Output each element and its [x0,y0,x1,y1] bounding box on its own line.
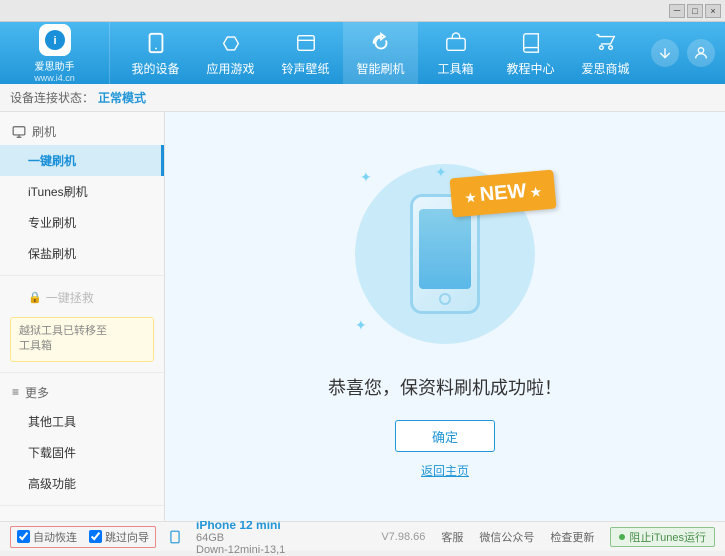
logo-sub: www.i4.cn [34,73,75,83]
nav-app-games[interactable]: 应用游戏 [193,22,268,84]
nav-tutorial-label: 教程中心 [506,60,554,77]
auto-connect-input[interactable] [17,530,30,543]
bottom-bar: 自动恢连 跳过向导 iPhone 12 mini 64GB Down-12min… [0,521,725,551]
device-icon [168,530,182,544]
sidebar-section-more: ≡ 更多 其他工具 下载固件 高级功能 [0,373,164,506]
sparkle-icon-1: ✦ [360,169,372,186]
auto-connect-label: 自动恢连 [33,529,77,545]
device-storage: 64GB [196,532,285,544]
logo-icon: i [39,24,71,56]
sidebar-item-itunes-flash[interactable]: iTunes刷机 [0,176,164,207]
device-detail: Down-12mini-13,1 [196,544,285,556]
nav-tutorial[interactable]: 教程中心 [493,22,568,84]
back-link[interactable]: 返回主页 [421,462,469,479]
check-update-link[interactable]: 检查更新 [550,529,594,545]
checkbox-group: 自动恢连 跳过向导 [10,526,156,548]
sidebar-item-pro-flash[interactable]: 专业刷机 [0,207,164,238]
sidebar: 刷机 一键刷机 iTunes刷机 专业刷机 保盐刷机 🔒 一键拯救 越狱工具已转… [0,112,165,521]
new-badge: NEW [449,170,556,218]
version-text: V7.98.66 [381,531,425,543]
top-nav: i 爱思助手 www.i4.cn 我的设备 应用游戏 铃声壁纸 [0,22,725,84]
skip-wizard-checkbox[interactable]: 跳过向导 [89,529,149,545]
phone-home-button [439,293,451,305]
minimize-button[interactable]: － [669,4,685,18]
sidebar-section-more-title: ≡ 更多 [0,379,164,406]
nav-ringtone[interactable]: 铃声壁纸 [268,22,343,84]
sidebar-item-other-tools[interactable]: 其他工具 [0,406,164,437]
sparkle-icon-3: ✦ [355,317,367,334]
book-icon [517,29,545,57]
svg-text:i: i [53,35,56,47]
maximize-button[interactable]: □ [687,4,703,18]
nav-app-games-label: 应用游戏 [206,60,254,77]
phone-screen [419,209,471,289]
sidebar-item-one-key-flash[interactable]: 一键刷机 [0,145,164,176]
main-area: 刷机 一键刷机 iTunes刷机 专业刷机 保盐刷机 🔒 一键拯救 越狱工具已转… [0,112,725,521]
phone-icon [142,29,170,57]
music-icon [292,29,320,57]
download-button[interactable] [651,39,679,67]
sidebar-section-flash-title: 刷机 [0,118,164,145]
logo-name: 爱思助手 [35,58,75,73]
nav-my-device[interactable]: 我的设备 [118,22,193,84]
sidebar-item-rescue-disabled: 🔒 一键拯救 [0,282,164,313]
wechat-link[interactable]: 微信公众号 [479,529,534,545]
nav-items: 我的设备 应用游戏 铃声壁纸 智能刷机 工具箱 [110,22,651,84]
confirm-button[interactable]: 确定 [395,420,495,452]
nav-right-buttons [651,39,725,67]
sidebar-item-download-firmware[interactable]: 下载固件 [0,437,164,468]
close-button[interactable]: × [705,4,721,18]
title-bar: － □ × [0,0,725,22]
nav-toolbox[interactable]: 工具箱 [418,22,493,84]
lock-icon: 🔒 [28,291,42,304]
refresh-icon [367,29,395,57]
itunes-status-label: 阻止iTunes运行 [629,529,706,545]
bottom-right: V7.98.66 客服 微信公众号 检查更新 阻止iTunes运行 [381,527,715,547]
skip-wizard-input[interactable] [89,530,102,543]
user-button[interactable] [687,39,715,67]
nav-store[interactable]: 爱思商城 [568,22,643,84]
nav-smart-flash[interactable]: 智能刷机 [343,22,418,84]
bottom-left: 自动恢连 跳过向导 iPhone 12 mini 64GB Down-12min… [10,518,285,556]
device-section: iPhone 12 mini 64GB Down-12mini-13,1 [168,518,285,556]
success-message: 恭喜您，保资料刷机成功啦！ [328,374,562,400]
auto-connect-checkbox[interactable]: 自动恢连 [17,529,77,545]
customer-service-link[interactable]: 客服 [441,529,463,545]
logo: i 爱思助手 www.i4.cn [0,22,110,84]
content-area: NEW ✦ ✦ ✦ 恭喜您，保资料刷机成功啦！ 确定 返回主页 [165,112,725,521]
sparkle-icon-2: ✦ [435,164,447,181]
green-dot-icon [619,534,625,540]
nav-ringtone-label: 铃声壁纸 [281,60,329,77]
store-icon [592,29,620,57]
sidebar-section-rescue: 🔒 一键拯救 越狱工具已转移至工具箱 [0,276,164,373]
status-value: 正常模式 [98,89,146,106]
sidebar-rescue-note: 越狱工具已转移至工具箱 [10,317,154,362]
nav-toolbox-label: 工具箱 [437,60,473,77]
device-info: iPhone 12 mini 64GB Down-12mini-13,1 [188,518,285,556]
sidebar-item-advanced[interactable]: 高级功能 [0,468,164,499]
sidebar-item-save-flash[interactable]: 保盐刷机 [0,238,164,269]
status-label: 设备连接状态： [10,89,94,106]
skip-wizard-label: 跳过向导 [105,529,149,545]
itunes-status[interactable]: 阻止iTunes运行 [610,527,715,547]
status-bar: 设备连接状态： 正常模式 [0,84,725,112]
nav-smart-flash-label: 智能刷机 [356,60,404,77]
phone-illustration: NEW ✦ ✦ ✦ [345,154,545,354]
nav-store-label: 爱思商城 [581,60,629,77]
apps-icon [217,29,245,57]
nav-my-device-label: 我的设备 [131,60,179,77]
sidebar-section-flash: 刷机 一键刷机 iTunes刷机 专业刷机 保盐刷机 [0,112,164,276]
tools-icon [442,29,470,57]
